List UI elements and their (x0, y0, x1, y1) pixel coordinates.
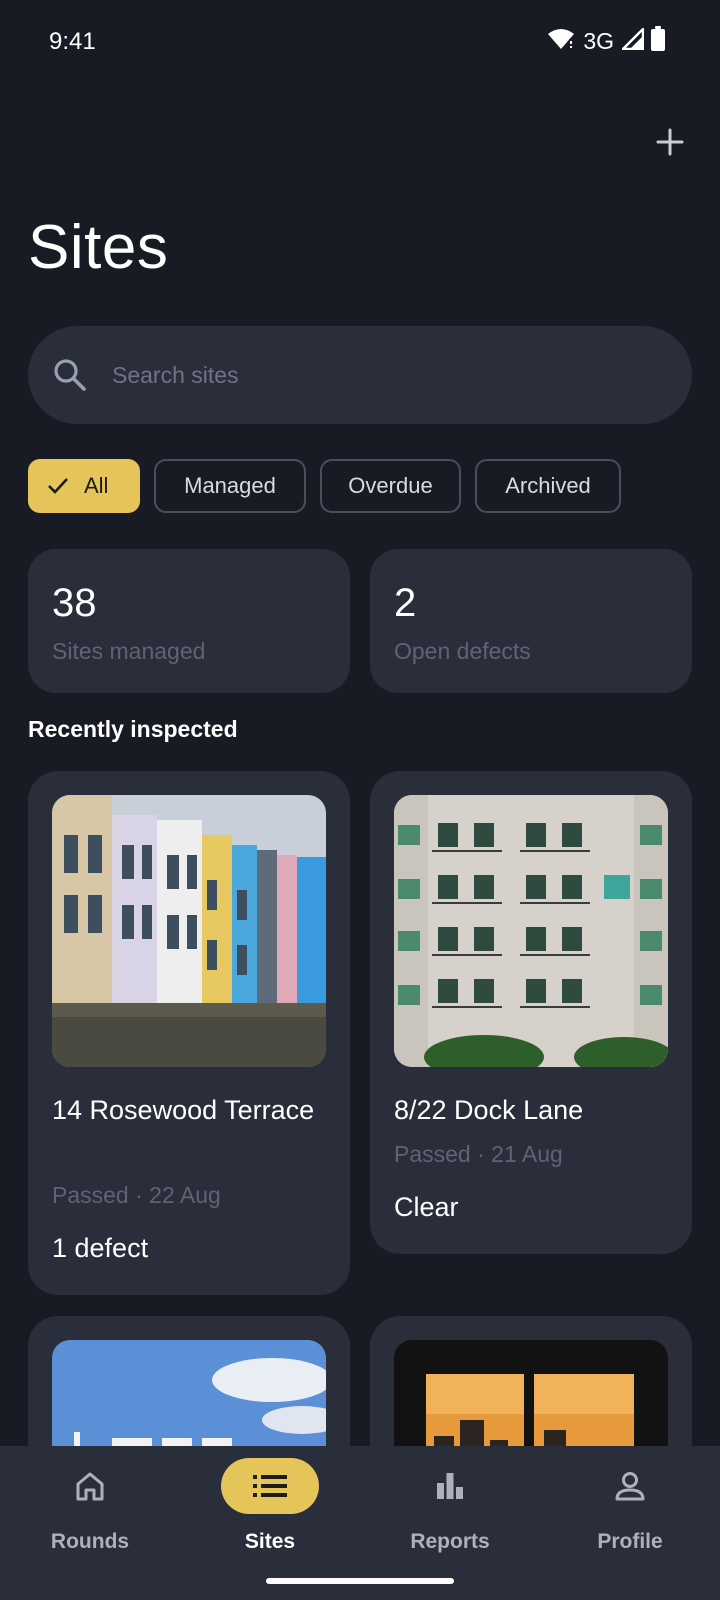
filter-chip-overdue[interactable]: Overdue (320, 459, 461, 513)
network-type: 3G (583, 28, 614, 54)
battery-icon (650, 26, 666, 57)
site-name: 14 Rosewood Terrace (52, 1095, 315, 1125)
check-icon (46, 476, 70, 496)
filter-chips: All Managed Overdue Archived (28, 459, 621, 513)
status-icons: 3G (547, 26, 666, 57)
stat-value: 38 (52, 581, 97, 625)
nav-icon-container (581, 1458, 679, 1514)
filter-chip-managed[interactable]: Managed (154, 459, 306, 513)
site-name: 8/22 Dock Lane (394, 1095, 584, 1125)
filter-chip-label: Managed (184, 473, 276, 498)
nav-label: Profile (597, 1530, 663, 1553)
nav-icon-container (401, 1458, 499, 1514)
plus-icon (656, 128, 684, 156)
person-icon (615, 1472, 645, 1501)
bar-chart-icon (437, 1473, 463, 1499)
home-icon (76, 1472, 104, 1501)
nav-item-sites[interactable]: Sites (180, 1446, 360, 1600)
list-icon (253, 1475, 287, 1497)
nav-item-rounds[interactable]: Rounds (0, 1446, 180, 1600)
stat-label: Sites managed (52, 638, 206, 664)
stat-card-open-defects[interactable]: 2 Open defects (370, 549, 692, 693)
search-bar[interactable] (28, 326, 692, 424)
bottom-nav: Rounds Sites Reports Profile (0, 1446, 720, 1600)
filter-chip-label: Overdue (348, 473, 433, 498)
stat-label: Open defects (394, 638, 531, 664)
nav-label: Rounds (50, 1530, 130, 1553)
home-indicator[interactable] (266, 1578, 454, 1584)
signal-icon (620, 26, 645, 55)
nav-label: Sites (244, 1530, 296, 1553)
search-input[interactable] (110, 360, 634, 390)
nav-item-reports[interactable]: Reports (360, 1446, 540, 1600)
nav-label: Reports (410, 1530, 490, 1553)
nav-icon-container (221, 1458, 319, 1514)
site-status: Passed · 22 Aug (52, 1182, 221, 1208)
search-icon (52, 357, 88, 393)
filter-chip-label: Archived (505, 473, 591, 498)
stat-value: 2 (394, 581, 417, 625)
section-title: Recently inspected (28, 716, 238, 742)
wifi-icon (547, 27, 575, 56)
nav-item-profile[interactable]: Profile (540, 1446, 720, 1600)
status-time: 9:41 (49, 28, 96, 55)
nav-icon-container (41, 1458, 139, 1514)
filter-chip-label: All (84, 473, 109, 498)
stat-card-sites-managed[interactable]: 38 Sites managed (28, 549, 350, 693)
filter-chip-all[interactable]: All (28, 459, 140, 513)
site-photo (394, 795, 668, 1067)
site-card[interactable]: 8/22 Dock Lane Passed · 21 Aug Clear (370, 771, 692, 1254)
site-photo (52, 795, 326, 1067)
site-status: Passed · 21 Aug (394, 1141, 563, 1167)
filter-chip-archived[interactable]: Archived (475, 459, 621, 513)
page-title: Sites (28, 213, 169, 282)
status-bar: 9:41 3G (0, 0, 720, 86)
site-card[interactable]: 14 Rosewood Terrace Passed · 22 Aug 1 de… (28, 771, 350, 1295)
site-defects: 1 defect (52, 1233, 149, 1263)
site-defects: Clear (394, 1192, 459, 1222)
add-site-button[interactable] (650, 122, 690, 162)
